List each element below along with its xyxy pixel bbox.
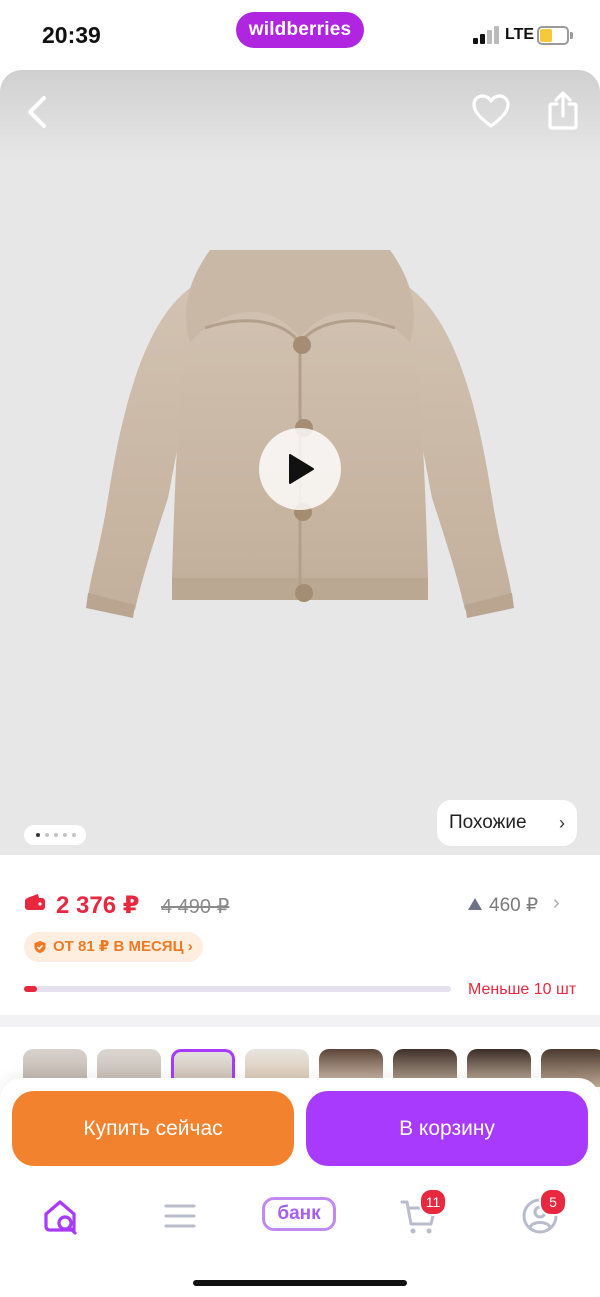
play-video-button[interactable]	[259, 428, 341, 510]
price-card: 2 376 ₽ 4 490 ₽ 460 ₽ › ОТ 81 ₽ В МЕСЯЦ …	[0, 855, 600, 1015]
chevron-right-icon: ›	[559, 813, 565, 833]
price-history-value[interactable]: 460 ₽	[489, 894, 538, 917]
home-search-icon	[44, 1200, 77, 1235]
share-icon	[548, 91, 578, 130]
wallet-icon	[25, 894, 45, 910]
cart-badge: 11	[419, 1188, 447, 1216]
home-indicator	[193, 1280, 407, 1286]
play-icon	[289, 454, 314, 484]
status-bar: 20:39 wildberries LTE	[0, 0, 600, 70]
share-button[interactable]	[543, 90, 583, 132]
similar-products-button[interactable]: Похожие ›	[437, 800, 577, 846]
stock-progress-fill	[24, 986, 37, 992]
stock-progress-bar	[24, 986, 451, 992]
action-bar: Купить сейчас В корзину	[0, 1078, 600, 1178]
back-arrow-icon	[28, 96, 46, 128]
shield-icon	[34, 941, 46, 953]
tab-bank[interactable]: банк	[262, 1197, 336, 1231]
installment-label: ОТ 81 ₽ В МЕСЯЦ ›	[53, 938, 193, 955]
installment-badge[interactable]: ОТ 81 ₽ В МЕСЯЦ ›	[24, 932, 203, 962]
tab-catalog[interactable]	[158, 1194, 202, 1238]
arrow-up-icon	[468, 898, 482, 910]
similar-label: Похожие	[449, 812, 527, 833]
chevron-right-icon[interactable]: ›	[553, 892, 560, 915]
signal-icon	[473, 26, 499, 44]
product-gallery[interactable]: Похожие ›	[0, 70, 600, 855]
wildberries-logo: wildberries	[236, 12, 364, 48]
gallery-pagination	[24, 825, 86, 845]
buy-now-button[interactable]: Купить сейчас	[12, 1091, 294, 1166]
profile-badge: 5	[539, 1188, 567, 1216]
back-button[interactable]	[18, 92, 58, 132]
favorite-button[interactable]	[471, 92, 511, 132]
old-price: 4 490 ₽	[161, 896, 230, 918]
status-time: 20:39	[42, 22, 101, 48]
add-to-cart-button[interactable]: В корзину	[306, 1091, 588, 1166]
network-type: LTE	[505, 26, 535, 43]
tab-home[interactable]	[40, 1194, 84, 1238]
menu-icon	[164, 1204, 196, 1228]
battery-icon	[537, 26, 573, 45]
current-price: 2 376 ₽	[56, 892, 140, 919]
stock-label: Меньше 10 шт	[468, 981, 577, 998]
heart-icon	[472, 94, 510, 128]
